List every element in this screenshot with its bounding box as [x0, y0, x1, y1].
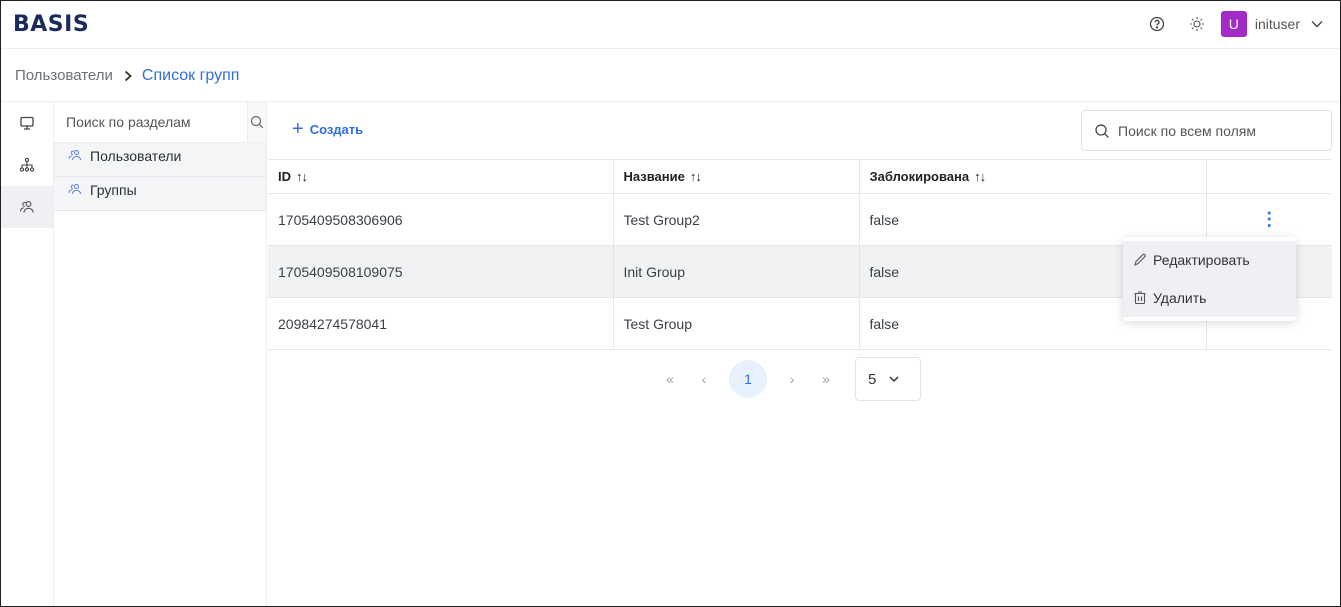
users-icon [68, 182, 86, 196]
icon-rail [1, 102, 54, 606]
row-context-menu: Редактировать Удалить [1123, 237, 1296, 321]
logo: BASIS [13, 12, 90, 37]
page-size-select[interactable]: 5 [855, 357, 921, 401]
global-search-input[interactable] [1118, 122, 1318, 139]
cell-id: 1705409508109075 [268, 245, 613, 298]
rail-item-monitor[interactable] [1, 102, 53, 144]
section-item-label: Группы [90, 182, 137, 198]
top-bar: BASIS U inituser [1, 1, 1340, 49]
pagination: « ‹ 1 › » 5 [653, 357, 921, 401]
rail-item-hierarchy[interactable] [1, 144, 53, 186]
pencil-icon [1131, 251, 1149, 269]
menu-item-label: Удалить [1153, 290, 1207, 306]
menu-item-delete[interactable]: Удалить [1123, 279, 1296, 317]
users-icon [68, 148, 86, 162]
chevron-right-icon [123, 70, 133, 82]
column-header-id[interactable]: ID ↑↓ [268, 159, 613, 194]
search-icon[interactable] [247, 102, 266, 142]
page-size-value: 5 [868, 370, 877, 388]
page-button-current[interactable]: 1 [729, 360, 767, 398]
table-header-row: ID ↑↓ Название ↑↓ Заблокирована ↑↓ [268, 159, 1332, 194]
column-header-actions [1205, 159, 1332, 194]
breadcrumb: Пользователи Список групп [1, 50, 1340, 102]
hierarchy-icon [19, 157, 35, 172]
chevron-down-icon [888, 373, 900, 385]
users-icon [19, 201, 34, 213]
sort-icon[interactable]: ↑↓ [974, 169, 986, 184]
sort-icon[interactable]: ↑↓ [296, 169, 308, 184]
prev-page-button[interactable]: ‹ [687, 362, 721, 396]
global-search [1081, 110, 1332, 151]
search-icon [1095, 123, 1109, 138]
sections-panel: Пользователи Группы [54, 102, 267, 606]
section-search-input[interactable] [54, 102, 247, 142]
create-button-label: Создать [309, 121, 364, 137]
column-header-name[interactable]: Название ↑↓ [612, 159, 859, 194]
toolbar: + Создать [268, 102, 1340, 159]
sun-icon[interactable] [1183, 10, 1211, 38]
section-item-label: Пользователи [90, 148, 182, 164]
help-circle-icon[interactable] [1143, 10, 1171, 38]
avatar[interactable]: U [1220, 11, 1247, 37]
rail-item-users[interactable] [1, 186, 53, 228]
breadcrumb-parent[interactable]: Пользователи [15, 67, 113, 84]
cell-name: Test Group [612, 297, 859, 350]
cell-name: Test Group2 [612, 193, 859, 246]
menu-item-label: Редактировать [1153, 252, 1250, 268]
cell-name: Init Group [612, 245, 859, 298]
cell-id: 20984274578041 [268, 297, 613, 350]
main-content: + Создать ID↑↓ Название↑↓ Заблокирована↑… [268, 102, 1340, 606]
section-item-users[interactable]: Пользователи [54, 143, 266, 177]
create-button[interactable]: + Создать [292, 118, 364, 140]
cell-id: 1705409508306906 [268, 193, 613, 246]
last-page-button[interactable]: » [809, 362, 843, 396]
sort-icon[interactable]: ↑↓ [690, 169, 702, 184]
menu-item-edit[interactable]: Редактировать [1123, 241, 1296, 279]
username[interactable]: inituser [1255, 16, 1300, 32]
first-page-button[interactable]: « [653, 362, 687, 396]
next-page-button[interactable]: › [775, 362, 809, 396]
plus-icon: + [292, 118, 304, 140]
app-window: BASIS U inituser Пользователи Список гру… [0, 0, 1341, 607]
section-item-groups[interactable]: Группы [54, 177, 266, 211]
column-header-blocked[interactable]: Заблокирована ↑↓ [858, 159, 1206, 194]
section-search [54, 102, 266, 143]
trash-icon [1131, 289, 1149, 307]
chevron-down-icon[interactable] [1308, 15, 1326, 33]
page-title: Список групп [141, 66, 240, 84]
top-right-controls: U inituser [1143, 10, 1326, 38]
monitor-icon [20, 116, 34, 130]
